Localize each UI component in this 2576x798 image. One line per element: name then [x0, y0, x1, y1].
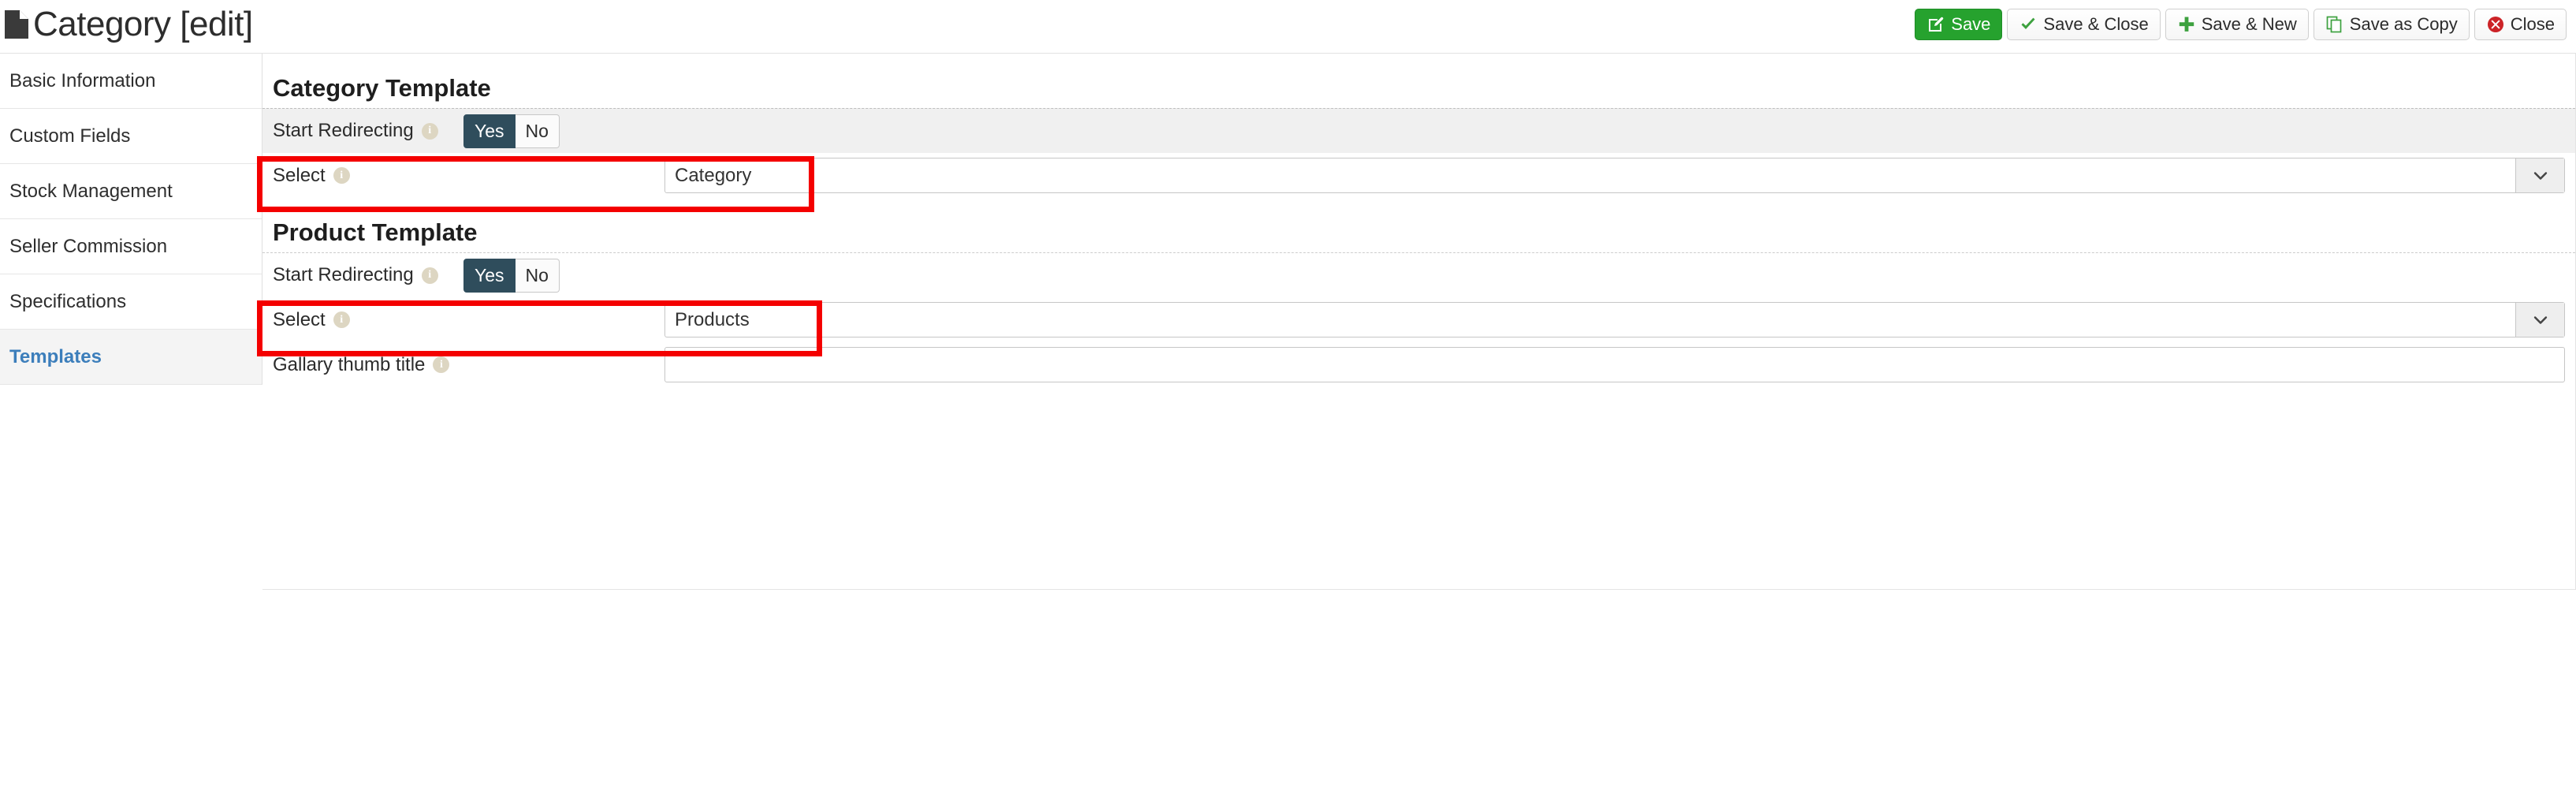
sidebar: Basic Information Custom Fields Stock Ma…	[0, 54, 262, 385]
page-title-group: Category [edit]	[3, 0, 253, 49]
category-start-redirecting-label: Start Redirecting	[273, 120, 414, 141]
edit-square-icon	[1926, 15, 1945, 34]
category-select-control-wrap: Category	[664, 158, 2565, 193]
category-select-row: Select i Category	[262, 153, 2575, 198]
product-select-label: Select	[273, 308, 326, 330]
product-start-redirecting-row: Start Redirecting i Yes No	[262, 252, 2575, 297]
sidebar-item-label: Custom Fields	[9, 125, 131, 147]
category-toggle-no[interactable]: No	[515, 114, 560, 148]
gallery-thumb-title-label-group: Gallary thumb title i	[273, 354, 456, 376]
save-as-copy-button[interactable]: Save as Copy	[2313, 9, 2470, 40]
product-start-redirecting-label-group: Start Redirecting i	[273, 264, 456, 286]
product-toggle-no[interactable]: No	[515, 258, 560, 293]
sidebar-item-label: Seller Commission	[9, 235, 168, 257]
product-toggle-yes[interactable]: Yes	[463, 258, 516, 293]
category-select-label-group: Select i	[273, 165, 456, 187]
product-start-redirecting-toggle[interactable]: Yes No	[463, 258, 560, 293]
sidebar-item-label: Stock Management	[9, 180, 173, 202]
save-and-close-button[interactable]: Save & Close	[2007, 9, 2161, 40]
sidebar-item-seller-commission[interactable]: Seller Commission	[0, 219, 262, 274]
sidebar-item-specifications[interactable]: Specifications	[0, 274, 262, 330]
product-select-row: Select i Products	[262, 297, 2575, 342]
copy-icon	[2325, 15, 2344, 34]
gallery-thumb-title-input[interactable]	[664, 347, 2565, 382]
product-start-redirecting-label: Start Redirecting	[273, 264, 414, 285]
save-and-close-label: Save & Close	[2043, 14, 2149, 34]
sidebar-item-templates[interactable]: Templates	[0, 330, 262, 385]
info-icon[interactable]: i	[333, 311, 350, 328]
category-template-heading: Category Template	[273, 74, 491, 102]
save-and-new-button[interactable]: Save & New	[2165, 9, 2309, 40]
chevron-down-icon[interactable]	[2515, 158, 2564, 192]
close-button[interactable]: Close	[2474, 9, 2567, 40]
page-title: Category [edit]	[33, 5, 253, 43]
plus-icon	[2177, 15, 2196, 34]
page-body: Basic Information Custom Fields Stock Ma…	[0, 54, 2576, 798]
save-button[interactable]: Save	[1915, 9, 2003, 40]
chevron-down-icon[interactable]	[2515, 303, 2564, 337]
save-as-new-label: Save & New	[2201, 14, 2297, 34]
category-toggle-yes[interactable]: Yes	[463, 114, 516, 148]
info-icon[interactable]: i	[433, 356, 450, 373]
product-select-dropdown[interactable]: Products	[664, 302, 2565, 337]
info-icon[interactable]: i	[421, 122, 438, 140]
category-select-label: Select	[273, 164, 326, 186]
check-icon	[2019, 15, 2038, 34]
product-select-label-group: Select i	[273, 309, 456, 331]
close-circle-icon	[2486, 15, 2505, 34]
sidebar-item-basic-information[interactable]: Basic Information	[0, 54, 262, 109]
app-header: Category [edit] Save Save & Close Save &…	[0, 0, 2576, 54]
category-start-redirecting-toggle[interactable]: Yes No	[463, 114, 560, 148]
info-icon[interactable]: i	[333, 167, 350, 184]
product-template-heading: Product Template	[273, 218, 478, 246]
toolbar: Save Save & Close Save & New Save as Cop…	[1915, 9, 2567, 40]
close-button-label: Close	[2510, 14, 2555, 34]
content-panel: Category Template Start Redirecting i Ye…	[262, 54, 2576, 590]
sidebar-item-label: Basic Information	[9, 69, 156, 91]
gallery-thumb-title-row: Gallary thumb title i	[262, 342, 2575, 387]
product-select-value: Products	[675, 308, 750, 330]
info-icon[interactable]: i	[421, 267, 438, 284]
sidebar-item-label: Specifications	[9, 290, 127, 312]
sidebar-item-stock-management[interactable]: Stock Management	[0, 164, 262, 219]
sidebar-item-custom-fields[interactable]: Custom Fields	[0, 109, 262, 164]
category-start-redirecting-label-group: Start Redirecting i	[273, 120, 456, 142]
gallery-thumb-title-label: Gallary thumb title	[273, 353, 426, 375]
save-as-copy-label: Save as Copy	[2349, 14, 2458, 34]
category-select-value: Category	[675, 164, 752, 186]
save-button-label: Save	[1951, 14, 1991, 34]
category-select-dropdown[interactable]: Category	[664, 158, 2565, 193]
sidebar-item-label: Templates	[9, 345, 102, 367]
document-icon	[3, 9, 30, 40]
product-select-control-wrap: Products	[664, 302, 2565, 337]
gallery-thumb-title-control-wrap	[664, 347, 2565, 382]
category-start-redirecting-row: Start Redirecting i Yes No	[262, 108, 2575, 153]
